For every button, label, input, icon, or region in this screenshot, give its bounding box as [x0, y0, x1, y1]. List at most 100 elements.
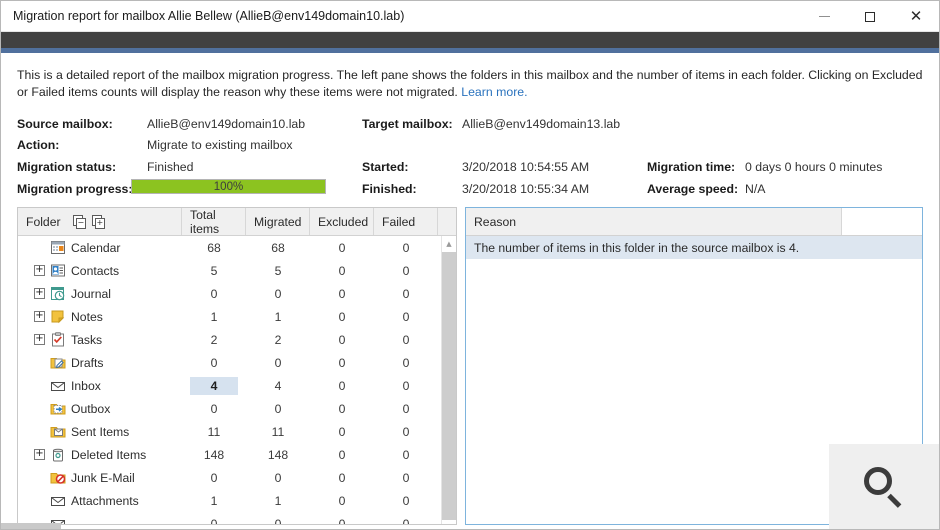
migrated-cell[interactable]: 0 [246, 354, 310, 372]
total-items-cell[interactable]: 68 [182, 239, 246, 257]
expand-all-icon[interactable]: + [91, 214, 107, 229]
folder-name: Contacts [71, 263, 120, 278]
migrated-cell[interactable]: 1 [246, 308, 310, 326]
migrated-cell[interactable]: 2 [246, 331, 310, 349]
migration-progress-bar: 100% [131, 179, 326, 194]
failed-cell[interactable]: 0 [374, 354, 438, 372]
minimize-button[interactable] [801, 1, 847, 32]
failed-cell[interactable]: 0 [374, 469, 438, 487]
total-items-cell[interactable]: 2 [182, 331, 246, 349]
table-row[interactable]: 0 0 0 0 [18, 512, 456, 525]
excluded-cell[interactable]: 0 [310, 446, 374, 464]
expand-node-icon[interactable] [34, 333, 45, 345]
migrated-cell[interactable]: 0 [246, 515, 310, 525]
column-header-migrated[interactable]: Migrated [246, 208, 310, 235]
excluded-cell[interactable]: 0 [310, 469, 374, 487]
scrollbar-thumb[interactable] [442, 252, 456, 520]
migrated-cell[interactable]: 4 [246, 377, 310, 395]
migration-status-value: Finished [147, 160, 194, 174]
table-row[interactable]: Tasks 2 2 0 0 [18, 328, 456, 351]
migrated-cell[interactable]: 0 [246, 400, 310, 418]
table-row[interactable]: Notes 1 1 0 0 [18, 305, 456, 328]
close-button[interactable]: ✕ [893, 1, 939, 32]
excluded-cell[interactable]: 0 [310, 239, 374, 257]
total-items-cell[interactable]: 0 [182, 354, 246, 372]
reason-row[interactable]: The number of items in this folder in th… [466, 236, 922, 259]
expand-node-icon[interactable] [34, 287, 45, 299]
expand-node-icon[interactable] [34, 264, 45, 276]
failed-cell[interactable]: 0 [374, 400, 438, 418]
collapse-all-icon[interactable]: − [72, 214, 88, 229]
expand-node-icon[interactable] [34, 448, 45, 460]
failed-cell[interactable]: 0 [374, 331, 438, 349]
table-row[interactable]: Outbox 0 0 0 0 [18, 397, 456, 420]
magnifier-overlay[interactable] [829, 444, 939, 529]
table-row[interactable]: Contacts 5 5 0 0 [18, 259, 456, 282]
migrated-cell[interactable]: 68 [246, 239, 310, 257]
total-items-cell[interactable]: 1 [182, 492, 246, 510]
excluded-cell[interactable]: 0 [310, 331, 374, 349]
failed-cell[interactable]: 0 [374, 492, 438, 510]
column-header-excluded[interactable]: Excluded [310, 208, 374, 235]
excluded-cell[interactable]: 0 [310, 423, 374, 441]
folder-tree[interactable]: Calendar 68 68 0 0 Contacts 5 5 0 0 Journal 0 0 0 0 Not… [18, 236, 456, 525]
bottom-edge-nub [1, 523, 61, 529]
migrated-cell[interactable]: 0 [246, 469, 310, 487]
excluded-cell[interactable]: 0 [310, 515, 374, 525]
excluded-cell[interactable]: 0 [310, 354, 374, 372]
failed-cell[interactable]: 0 [374, 423, 438, 441]
excluded-cell[interactable]: 0 [310, 400, 374, 418]
column-header-folder[interactable]: Folder − + [18, 208, 182, 235]
excluded-cell[interactable]: 0 [310, 377, 374, 395]
total-items-cell[interactable]: 4 [182, 376, 246, 395]
failed-cell[interactable]: 0 [374, 446, 438, 464]
excluded-cell[interactable]: 0 [310, 262, 374, 280]
failed-cell[interactable]: 0 [374, 239, 438, 257]
failed-cell[interactable]: 0 [374, 262, 438, 280]
excluded-cell-value: 0 [338, 447, 346, 462]
migrated-cell[interactable]: 0 [246, 285, 310, 303]
table-row[interactable]: Drafts 0 0 0 0 [18, 351, 456, 374]
migrated-cell[interactable]: 148 [246, 446, 310, 464]
failed-cell-value: 0 [402, 470, 410, 485]
column-header-failed[interactable]: Failed [374, 208, 438, 235]
total-items-cell[interactable]: 148 [182, 446, 246, 464]
learn-more-link[interactable]: Learn more. [461, 85, 527, 99]
folder-grid-scrollbar[interactable]: ▲ [441, 236, 456, 524]
total-items-cell[interactable]: 11 [182, 423, 246, 441]
total-items-cell[interactable]: 5 [182, 262, 246, 280]
total-items-cell[interactable]: 0 [182, 515, 246, 525]
maximize-button[interactable] [847, 1, 893, 32]
total-items-cell[interactable]: 0 [182, 285, 246, 303]
table-row[interactable]: Deleted Items 148 148 0 0 [18, 443, 456, 466]
table-row[interactable]: Attachments 1 1 0 0 [18, 489, 456, 512]
total-items-cell[interactable]: 0 [182, 469, 246, 487]
column-header-total-items[interactable]: Total items [182, 208, 246, 236]
table-row[interactable]: Journal 0 0 0 0 [18, 282, 456, 305]
total-items-cell[interactable]: 0 [182, 400, 246, 418]
failed-cell[interactable]: 0 [374, 308, 438, 326]
excluded-cell[interactable]: 0 [310, 308, 374, 326]
failed-cell-value: 0 [402, 240, 410, 255]
failed-cell[interactable]: 0 [374, 377, 438, 395]
source-mailbox-label: Source mailbox: [17, 117, 113, 131]
column-header-reason[interactable]: Reason [466, 208, 842, 235]
expand-node-icon[interactable] [34, 310, 45, 322]
scroll-up-arrow-icon[interactable]: ▲ [442, 236, 456, 251]
table-row[interactable]: Junk E-Mail 0 0 0 0 [18, 466, 456, 489]
excluded-cell[interactable]: 0 [310, 285, 374, 303]
accent-strip [1, 48, 939, 53]
migrated-cell[interactable]: 1 [246, 492, 310, 510]
migrated-cell[interactable]: 5 [246, 262, 310, 280]
table-row[interactable]: Calendar 68 68 0 0 [18, 236, 456, 259]
failed-cell[interactable]: 0 [374, 515, 438, 525]
excluded-cell[interactable]: 0 [310, 492, 374, 510]
migrated-cell[interactable]: 11 [246, 423, 310, 441]
column-header-migrated-label: Migrated [254, 214, 302, 229]
table-row[interactable]: Sent Items 11 11 0 0 [18, 420, 456, 443]
total-items-cell[interactable]: 1 [182, 308, 246, 326]
failed-cell[interactable]: 0 [374, 285, 438, 303]
excluded-cell-value: 0 [338, 516, 346, 525]
table-row[interactable]: Inbox 4 4 0 0 [18, 374, 456, 397]
